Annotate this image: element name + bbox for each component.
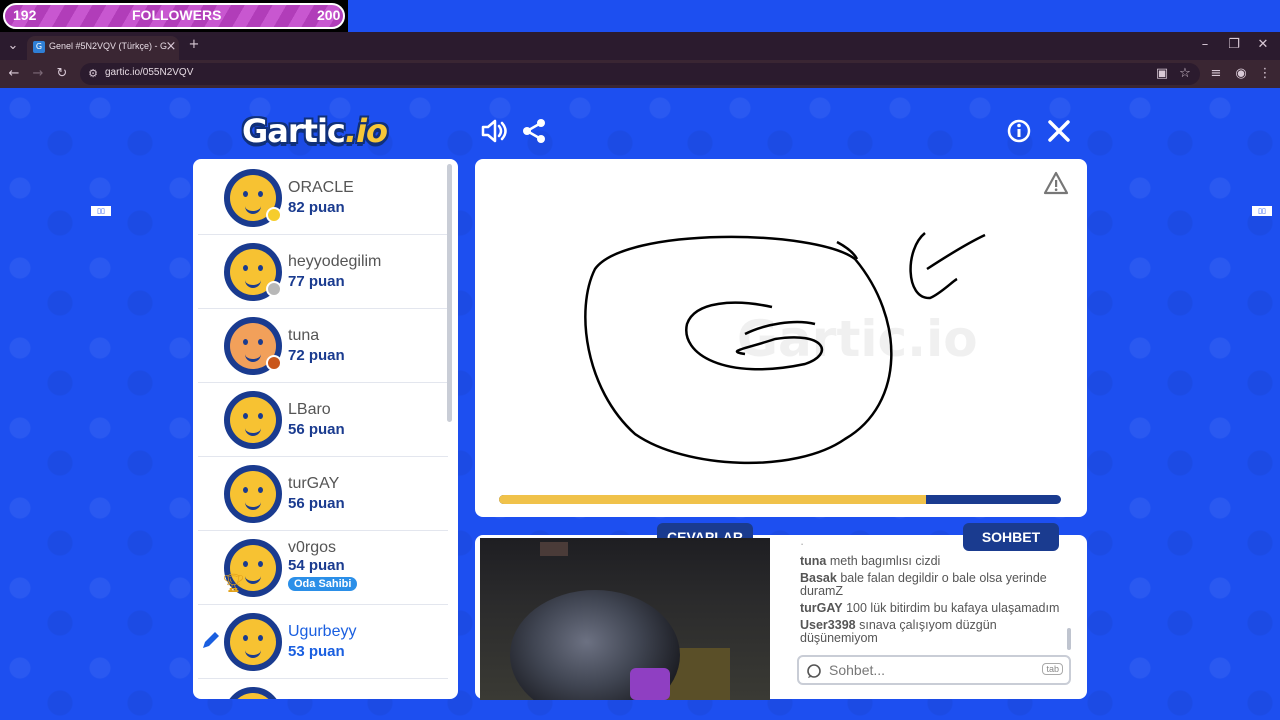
player-row[interactable]: tuna 72 puan xyxy=(198,309,448,383)
players-scrollbar[interactable] xyxy=(447,164,452,422)
tab-search-icon[interactable]: ⌄ xyxy=(5,38,21,54)
chat-message: tuna meth bagımlısı cizdi xyxy=(800,555,1070,568)
followers-label: FOLLOWERS xyxy=(132,7,222,23)
player-points: 53 puan xyxy=(288,643,345,660)
trophy-icon: 🏆︎ xyxy=(222,573,245,594)
side-widget-icon: ▯▯ xyxy=(1252,206,1272,216)
player-points: 56 puan xyxy=(288,421,345,438)
exit-room-icon[interactable] xyxy=(1044,118,1074,150)
media-control-icon[interactable]: ≡ xyxy=(1208,66,1224,82)
webcam-overlay xyxy=(480,538,770,700)
reload-icon[interactable]: ↻ xyxy=(54,66,70,82)
chat-messages: · tuna meth bagımlısı cizdi Basak bale f… xyxy=(800,542,1070,654)
followers-progress-bar: 192 FOLLOWERS 200 xyxy=(3,3,345,29)
player-points: 82 puan xyxy=(288,199,345,216)
player-row[interactable]: LBaro 56 puan xyxy=(198,383,448,457)
install-app-icon[interactable]: ▣ xyxy=(1154,66,1170,82)
chat-text: bale falan degildir o bale olsa yerinde … xyxy=(800,571,1047,598)
chat-text: meth bagımlısı cizdi xyxy=(829,554,941,568)
chat-user: User3398 xyxy=(800,618,856,632)
side-widget-icon: ▯▯ xyxy=(91,206,111,216)
tab-close-icon[interactable]: × xyxy=(163,39,179,55)
avatar xyxy=(224,613,282,671)
sound-icon[interactable] xyxy=(479,118,509,150)
rank-badge-icon xyxy=(266,355,282,371)
bookmark-star-icon[interactable]: ☆ xyxy=(1177,66,1193,82)
tab-key-hint: tab xyxy=(1042,663,1063,675)
round-timer-fill xyxy=(499,495,927,504)
address-bar[interactable]: ⚙ gartic.io/055N2VQV ▣ ☆ xyxy=(80,63,1200,85)
chat-message: User3398 sınava çalışıyom düzgün düşünem… xyxy=(800,619,1070,645)
player-name: turGAY xyxy=(288,475,340,492)
chat-input[interactable]: Sohbet... tab xyxy=(797,655,1071,685)
rank-badge-icon xyxy=(266,281,282,297)
player-name: v0rgos xyxy=(288,539,337,556)
avatar xyxy=(224,465,282,523)
player-name: heyyodegilim xyxy=(288,253,382,270)
player-points: 56 puan xyxy=(288,495,345,512)
player-points: 77 puan xyxy=(288,273,345,290)
player-points: 72 puan xyxy=(288,347,345,364)
round-timer-bar xyxy=(499,495,1061,504)
player-row[interactable]: heyyodegilim 77 puan xyxy=(198,235,448,309)
chat-user: tuna xyxy=(800,554,827,568)
player-name: LBaro xyxy=(288,401,331,418)
rank-badge-icon xyxy=(266,207,282,223)
followers-overlay: 192 FOLLOWERS 200 xyxy=(0,0,348,32)
favicon-icon: G xyxy=(33,41,45,53)
player-name: Ugurbeyy xyxy=(288,623,357,640)
window-close-icon[interactable]: ✕ xyxy=(1255,37,1271,53)
drawing-pencil-icon xyxy=(200,629,222,655)
share-icon[interactable] xyxy=(519,118,549,150)
tab-title: Genel #5N2VQV (Türkçe) - Gartic.io xyxy=(49,41,167,51)
chat-text: 100 lük bitirdim bu kafaya ulaşamadım xyxy=(846,601,1060,615)
new-tab-icon[interactable]: + xyxy=(186,37,202,53)
logo-suffix: .io xyxy=(344,112,388,150)
browser-menu-icon[interactable]: ⋮ xyxy=(1257,66,1273,82)
back-icon[interactable]: ← xyxy=(6,66,22,82)
chat-bubble-icon xyxy=(806,663,822,683)
chat-scrollbar[interactable] xyxy=(1067,628,1071,650)
gartic-logo[interactable]: Gartic.io xyxy=(242,112,388,150)
player-points: 54 puan xyxy=(288,557,345,574)
chat-placeholder: Sohbet... xyxy=(829,662,886,678)
info-icon[interactable] xyxy=(1004,118,1034,150)
room-owner-badge: Oda Sahibi xyxy=(288,577,358,591)
player-row[interactable]: 🏆︎ v0rgos 54 puan Oda Sahibi xyxy=(198,531,448,605)
player-name: tuna xyxy=(288,327,320,344)
sketch-drawing: Gartic.io xyxy=(584,232,986,465)
player-row[interactable]: turGAY 56 puan xyxy=(198,457,448,531)
followers-current: 192 xyxy=(13,7,37,23)
site-info-icon[interactable]: ⚙ xyxy=(85,66,101,82)
player-row-current-user[interactable]: Ugurbeyy 53 puan xyxy=(198,605,448,679)
chat-user: turGAY xyxy=(800,601,843,615)
chat-message: turGAY 100 lük bitirdim bu kafaya ulaşam… xyxy=(800,602,1070,615)
minimize-icon[interactable]: – xyxy=(1197,37,1213,53)
avatar xyxy=(224,391,282,449)
player-row[interactable]: ORACLE 82 puan xyxy=(198,161,448,235)
url-text: gartic.io/055N2VQV xyxy=(105,67,194,78)
player-name: ORACLE xyxy=(288,179,354,196)
logo-main: Gartic xyxy=(242,112,346,150)
chat-message-partial: · xyxy=(800,542,805,551)
browser-tab[interactable]: G Genel #5N2VQV (Türkçe) - Gartic.io × xyxy=(27,36,179,60)
chat-message: Basak bale falan degildir o bale olsa ye… xyxy=(800,572,1070,598)
chat-user: Basak xyxy=(800,571,837,585)
profile-icon[interactable]: ◉ xyxy=(1233,66,1249,82)
followers-goal: 200 xyxy=(317,7,341,23)
drawing-canvas[interactable]: Gartic.io xyxy=(475,159,1087,517)
forward-icon[interactable]: → xyxy=(30,66,46,82)
restore-icon[interactable]: ❐ xyxy=(1226,37,1242,53)
avatar xyxy=(224,687,282,699)
player-row[interactable] xyxy=(198,679,448,699)
players-list: ORACLE 82 puan heyyodegilim 77 puan tuna… xyxy=(193,159,458,699)
